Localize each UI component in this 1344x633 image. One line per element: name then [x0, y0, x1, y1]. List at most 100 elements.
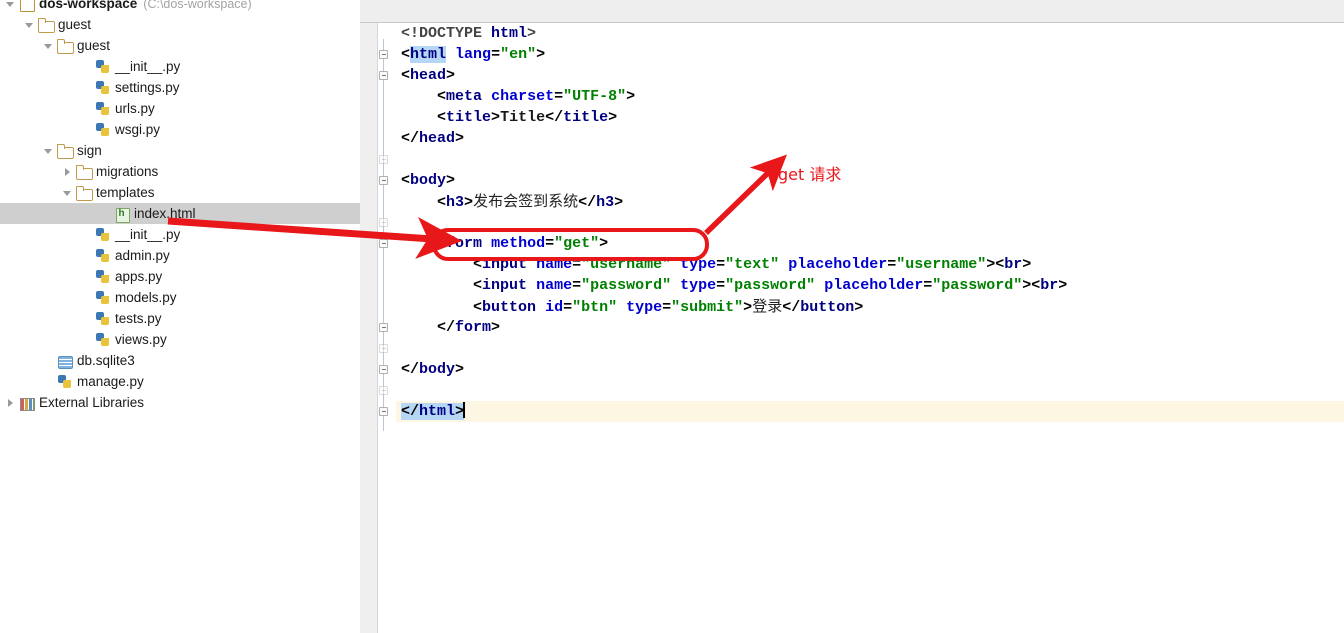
code-token-tag: br: [1040, 277, 1059, 294]
text-caret: [463, 402, 466, 418]
folder-icon: [38, 17, 55, 33]
code-text-area[interactable]: <!DOCTYPE html> <html lang="en"> <head> <m…: [396, 23, 1344, 633]
code-line[interactable]: </form>: [396, 317, 1344, 338]
fold-stub-icon[interactable]: [379, 386, 388, 395]
code-token-punct: [671, 256, 680, 273]
code-token-punct: <: [473, 299, 483, 316]
tree-item-wsgi-py[interactable]: wsgi.py: [0, 119, 360, 140]
code-token-tag: head: [419, 130, 456, 147]
tree-item-migrations[interactable]: migrations: [0, 161, 360, 182]
code-line[interactable]: <form method="get">: [396, 233, 1344, 254]
code-token-punct: </: [401, 361, 420, 378]
code-line[interactable]: <title>Title</title>: [396, 107, 1344, 128]
code-line[interactable]: <button id="btn" type="submit">登录</butto…: [396, 296, 1344, 317]
fold-stub-icon[interactable]: [379, 155, 388, 164]
tree-item--init-py[interactable]: __init__.py: [0, 224, 360, 245]
tree-twisty-spacer: [80, 81, 93, 94]
tree-item-views-py[interactable]: views.py: [0, 329, 360, 350]
python-icon: [95, 101, 111, 117]
code-line[interactable]: <html lang="en">: [396, 44, 1344, 65]
tree-item-settings-py[interactable]: settings.py: [0, 77, 360, 98]
tree-item-tests-py[interactable]: tests.py: [0, 308, 360, 329]
code-line[interactable]: [396, 338, 1344, 359]
tree-item-manage-py[interactable]: manage.py: [0, 371, 360, 392]
code-token-punct: =: [716, 256, 726, 273]
code-token-punct: >: [491, 319, 501, 336]
code-token-punct: >: [455, 130, 465, 147]
code-token-tag: br: [1004, 256, 1023, 273]
tree-item--init-py[interactable]: __init__.py: [0, 56, 360, 77]
tree-item-guest[interactable]: guest: [0, 14, 360, 35]
chevron-down-icon[interactable]: [23, 18, 36, 31]
code-line[interactable]: </head>: [396, 128, 1344, 149]
code-line[interactable]: </body>: [396, 359, 1344, 380]
code-token-punct: >: [1022, 256, 1032, 273]
chevron-down-icon[interactable]: [61, 186, 74, 199]
tree-item-templates[interactable]: templates: [0, 182, 360, 203]
chevron-down-icon[interactable]: [42, 144, 55, 157]
code-token-punct: =: [491, 46, 501, 63]
tree-item-external-libraries[interactable]: External Libraries: [0, 392, 360, 413]
code-line[interactable]: <!DOCTYPE html>: [396, 23, 1344, 44]
code-line[interactable]: </html>: [396, 401, 1344, 422]
fold-toggle-icon[interactable]: [379, 50, 388, 59]
code-line[interactable]: [396, 212, 1344, 233]
tree-twisty-spacer: [42, 375, 55, 388]
fold-toggle-icon[interactable]: [379, 239, 388, 248]
code-token-tag: body: [419, 361, 456, 378]
fold-toggle-icon[interactable]: [379, 71, 388, 80]
ide-window: dos-workspace (C:\dos-workspace) guest gues…: [0, 0, 1344, 633]
code-line[interactable]: <input name="password" type="password" p…: [396, 275, 1344, 296]
fold-stub-icon[interactable]: [379, 218, 388, 227]
code-token-punct: <: [437, 109, 447, 126]
project-tree-panel[interactable]: dos-workspace (C:\dos-workspace) guest gues…: [0, 0, 360, 633]
tree-item-label: dos-workspace: [39, 0, 138, 11]
tree-item-index-html[interactable]: index.html: [0, 203, 360, 224]
fold-stub-icon[interactable]: [379, 344, 388, 353]
code-line[interactable]: <input name="username" type="text" place…: [396, 254, 1344, 275]
chevron-down-icon[interactable]: [4, 0, 17, 10]
fold-toggle-icon[interactable]: [379, 407, 388, 416]
code-token-punct: <: [473, 277, 483, 294]
editor-fold-gutter[interactable]: [379, 23, 396, 633]
chevron-right-icon[interactable]: [61, 165, 74, 178]
code-token-punct: </: [578, 194, 597, 211]
fold-toggle-icon[interactable]: [379, 323, 388, 332]
python-icon: [95, 269, 111, 285]
code-line[interactable]: <head>: [396, 65, 1344, 86]
code-token-punct: =: [572, 277, 582, 294]
code-token-val: "en": [500, 46, 537, 63]
chevron-right-icon[interactable]: [4, 396, 17, 409]
tree-item-apps-py[interactable]: apps.py: [0, 266, 360, 287]
code-line[interactable]: <body>: [396, 170, 1344, 191]
chevron-down-icon[interactable]: [42, 39, 55, 52]
code-token-punct: >: [464, 194, 474, 211]
tree-item-dos-workspace[interactable]: dos-workspace (C:\dos-workspace): [0, 0, 360, 14]
fold-toggle-icon[interactable]: [379, 176, 388, 185]
tree-item-label: External Libraries: [39, 395, 145, 410]
tree-item-db-sqlite3[interactable]: db.sqlite3: [0, 350, 360, 371]
fold-toggle-icon[interactable]: [379, 365, 388, 374]
tree-item-label: index.html: [134, 206, 196, 221]
tree-item-label: apps.py: [115, 269, 163, 284]
code-token-val: "get": [554, 235, 600, 252]
code-line[interactable]: <meta charset="UTF-8">: [396, 86, 1344, 107]
tree-item-urls-py[interactable]: urls.py: [0, 98, 360, 119]
tree-item-label: guest: [77, 38, 111, 53]
tree-item-models-py[interactable]: models.py: [0, 287, 360, 308]
code-token-attr: method: [491, 235, 546, 252]
code-token-punct: =: [923, 277, 933, 294]
editor-gutter[interactable]: [360, 23, 378, 633]
code-line[interactable]: [396, 380, 1344, 401]
tree-item-admin-py[interactable]: admin.py: [0, 245, 360, 266]
tree-item-sign[interactable]: sign: [0, 140, 360, 161]
code-line[interactable]: <h3>发布会签到系统</h3>: [396, 191, 1344, 212]
tree-item-guest[interactable]: guest: [0, 35, 360, 56]
code-token-punct: [779, 256, 788, 273]
tree-twisty-spacer: [80, 270, 93, 283]
code-editor-panel[interactable]: <!DOCTYPE html> <html lang="en"> <head> <m…: [360, 0, 1344, 633]
tree-item-label: urls.py: [115, 101, 155, 116]
code-line[interactable]: [396, 149, 1344, 170]
tree-item-label: __init__.py: [115, 227, 181, 242]
